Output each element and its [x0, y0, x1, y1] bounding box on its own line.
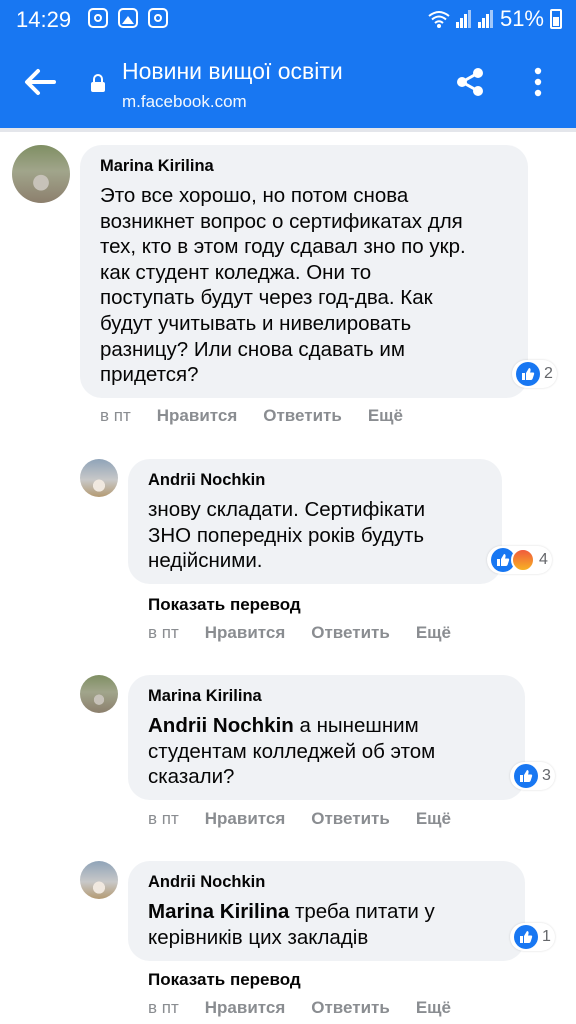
comment-text: Andrii Nochkin а нынешним студентам колл…	[148, 714, 436, 789]
more-button[interactable]: Ещё	[416, 809, 451, 829]
comment-text: Marina Kirilina треба питати у керівникі…	[148, 900, 435, 949]
reply-button[interactable]: Ответить	[311, 809, 390, 829]
header-divider	[0, 128, 576, 132]
reaction-summary[interactable]: 4	[487, 546, 552, 574]
comment-time[interactable]: в пт	[100, 406, 131, 426]
comment-time[interactable]: в пт	[148, 809, 179, 829]
battery-icon	[550, 9, 562, 29]
reaction-summary[interactable]: 3	[510, 762, 555, 790]
back-arrow-icon[interactable]	[20, 62, 60, 102]
like-button[interactable]: Нравится	[205, 998, 286, 1018]
show-translation-link[interactable]: Показать перевод	[148, 970, 301, 990]
reaction-summary[interactable]: 1	[510, 923, 555, 951]
share-icon[interactable]	[454, 66, 486, 98]
signal-icon	[477, 10, 493, 28]
comment-bubble: Marina Kirilina Andrii Nochkin а нынешни…	[128, 675, 525, 800]
comment-time[interactable]: в пт	[148, 623, 179, 643]
comment-bubble: Andrii Nochkin знову складати. Сертифіка…	[128, 459, 502, 584]
avatar[interactable]	[80, 861, 118, 899]
comment-bubble: Andrii Nochkin Marina Kirilina треба пит…	[128, 861, 525, 961]
mention[interactable]: Marina Kirilina	[148, 900, 289, 923]
comment-time[interactable]: в пт	[148, 998, 179, 1018]
signal-icon	[455, 10, 471, 28]
page-url: m.facebook.com	[122, 92, 247, 111]
comment-actions: в пт Нравится Ответить Ещё	[148, 809, 451, 829]
page-title: Новини вищої освіти	[122, 58, 343, 84]
reaction-count: 4	[539, 551, 548, 568]
comment-author[interactable]: Andrii Nochkin	[148, 873, 265, 892]
comment-actions: в пт Нравится Ответить Ещё	[148, 623, 451, 643]
comment-author[interactable]: Andrii Nochkin	[148, 471, 265, 490]
reply-button[interactable]: Ответить	[263, 406, 342, 426]
instagram-icon	[88, 8, 108, 28]
comment-actions: в пт Нравится Ответить Ещё	[148, 998, 451, 1018]
status-bar: 14:29 51%	[0, 0, 576, 38]
reaction-count: 2	[544, 365, 553, 382]
like-reaction-icon	[514, 764, 538, 788]
mention[interactable]: Andrii Nochkin	[148, 714, 294, 737]
comment-text: знову складати. Сертифікати ЗНО попередн…	[148, 498, 426, 573]
battery-percent: 51%	[499, 6, 544, 31]
comment-text: Это все хорошо, но потом снова возникнет…	[100, 184, 466, 387]
comment-bubble: Marina Kirilina Это все хорошо, но потом…	[80, 145, 528, 398]
like-reaction-icon	[514, 925, 538, 949]
reaction-summary[interactable]: 2	[512, 360, 557, 388]
wifi-icon	[428, 11, 450, 28]
angry-reaction-icon	[511, 548, 535, 572]
reaction-count: 1	[542, 928, 551, 945]
like-button[interactable]: Нравится	[157, 406, 238, 426]
more-button[interactable]: Ещё	[416, 998, 451, 1018]
avatar[interactable]	[12, 145, 70, 203]
like-button[interactable]: Нравится	[205, 809, 286, 829]
like-button[interactable]: Нравится	[205, 623, 286, 643]
avatar[interactable]	[80, 459, 118, 497]
like-reaction-icon	[516, 362, 540, 386]
status-time: 14:29	[16, 7, 72, 32]
reply-button[interactable]: Ответить	[311, 623, 390, 643]
more-button[interactable]: Ещё	[368, 406, 403, 426]
reply-button[interactable]: Ответить	[311, 998, 390, 1018]
comment-author[interactable]: Marina Kirilina	[148, 687, 262, 706]
avatar[interactable]	[80, 675, 118, 713]
instagram-icon	[148, 8, 168, 28]
reaction-count: 3	[542, 767, 551, 784]
gallery-icon	[118, 8, 138, 28]
lock-icon	[91, 74, 105, 92]
app-bar: Новини вищої освіти m.facebook.com	[0, 38, 576, 128]
show-translation-link[interactable]: Показать перевод	[148, 595, 301, 615]
more-vertical-icon[interactable]	[526, 66, 550, 98]
comment-author[interactable]: Marina Kirilina	[100, 157, 214, 176]
comment-actions: в пт Нравится Ответить Ещё	[100, 406, 403, 426]
more-button[interactable]: Ещё	[416, 623, 451, 643]
